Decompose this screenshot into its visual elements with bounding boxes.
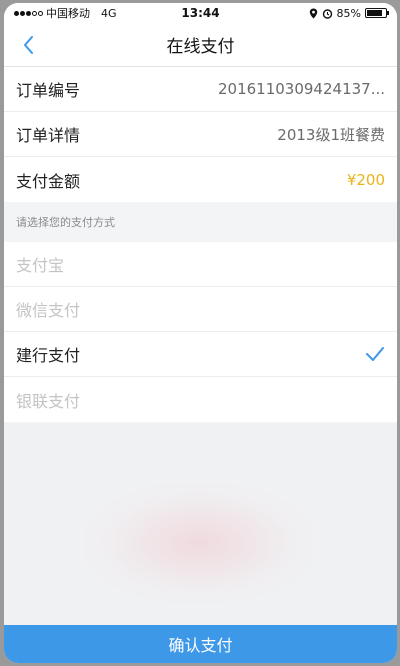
- order-details-value: 2013级1班餐费: [277, 125, 385, 144]
- payment-method-alipay[interactable]: 支付宝: [4, 242, 397, 287]
- back-button[interactable]: [14, 31, 42, 59]
- order-number-row: 订单编号 2016110309424137...: [4, 67, 397, 112]
- page-title: 在线支付: [166, 37, 235, 57]
- alarm-icon: [322, 8, 332, 19]
- status-right: 85%: [309, 6, 389, 20]
- confirm-payment-button[interactable]: 确认支付: [4, 625, 397, 663]
- signal-strength-icon: [14, 10, 43, 16]
- payment-methods-list: 支付宝 微信支付 建行支付 银联支付: [4, 242, 397, 422]
- chevron-left-icon: [24, 36, 33, 54]
- order-number-value: 2016110309424137...: [218, 80, 385, 98]
- battery-fill: [367, 10, 383, 16]
- payment-amount-row: 支付金额 ¥200: [4, 157, 397, 202]
- battery-icon: [365, 8, 389, 18]
- empty-content-area: [4, 423, 397, 625]
- order-number-label: 订单编号: [16, 81, 81, 100]
- order-details-row: 订单详情 2013级1班餐费: [4, 112, 397, 157]
- payment-method-label: 建行支付: [16, 346, 81, 365]
- payment-method-wechat[interactable]: 微信支付: [4, 287, 397, 332]
- navigation-bar: 在线支付: [4, 23, 397, 67]
- location-icon: [309, 8, 317, 18]
- status-bar: 中国移动 4G 13:44 85%: [4, 3, 397, 23]
- payment-method-label: 微信支付: [16, 301, 81, 320]
- payment-method-ccb[interactable]: 建行支付: [4, 332, 397, 377]
- phone-screen: 中国移动 4G 13:44 85% 在线支付 订单编号 201611030942…: [4, 3, 397, 663]
- payment-method-unionpay[interactable]: 银联支付: [4, 377, 397, 422]
- battery-percent: 85%: [336, 6, 361, 20]
- order-details-label: 订单详情: [16, 126, 81, 145]
- status-left: 中国移动 4G: [14, 5, 117, 21]
- payment-amount-value: ¥200: [346, 170, 385, 189]
- background-blur: [84, 483, 314, 603]
- carrier-name: 中国移动: [46, 7, 90, 20]
- payment-method-label: 银联支付: [16, 391, 81, 411]
- checkmark-icon: [366, 347, 384, 361]
- network-type: 4G: [101, 6, 117, 20]
- order-info-section: 订单编号 2016110309424137... 订单详情 2013级1班餐费 …: [4, 67, 397, 202]
- payment-method-header: 请选择您的支付方式: [4, 202, 397, 242]
- payment-amount-label: 支付金额: [16, 171, 81, 191]
- payment-method-label: 支付宝: [16, 256, 65, 275]
